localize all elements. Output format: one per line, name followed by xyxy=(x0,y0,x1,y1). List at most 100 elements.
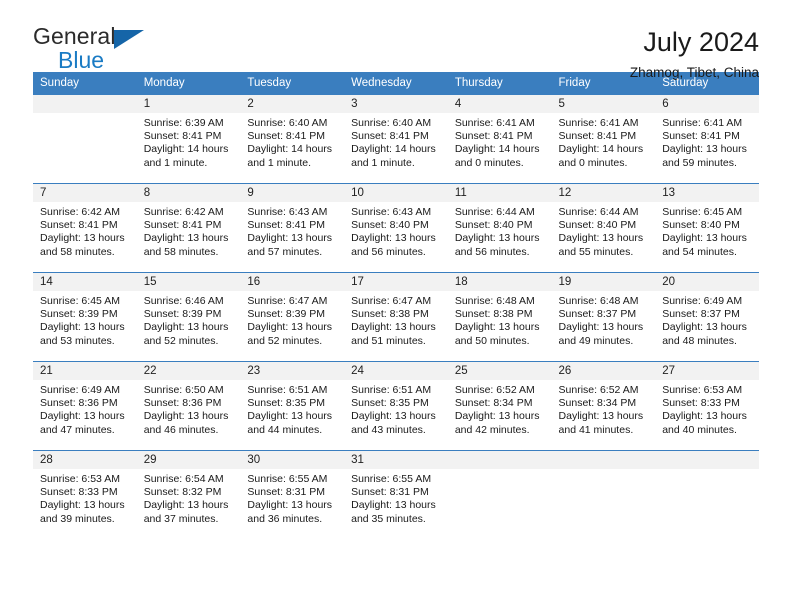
logo-text-blue: Blue xyxy=(58,47,105,73)
day-details: Sunrise: 6:45 AM Sunset: 8:39 PM Daylight:… xyxy=(33,291,137,348)
daylight-text-line2: and 54 minutes. xyxy=(662,245,737,258)
sunset-text: Sunset: 8:41 PM xyxy=(662,130,740,143)
day-number: 22 xyxy=(136,362,241,380)
day-number xyxy=(655,451,759,469)
daylight-text-line2: and 35 minutes. xyxy=(351,512,426,525)
calendar-day-cell[interactable]: 8 Sunrise: 6:42 AM Sunset: 8:41 PM Daylight… xyxy=(136,184,241,272)
sunset-text: Sunset: 8:34 PM xyxy=(558,397,637,410)
daylight-text-line2: and 41 minutes. xyxy=(558,423,634,436)
calendar-day-cell[interactable]: 9 Sunrise: 6:43 AM Sunset: 8:41 PM Daylight… xyxy=(240,184,345,272)
calendar-day-cell[interactable]: 28 Sunrise: 6:53 AM Sunset: 8:33 PM Dayligh… xyxy=(33,451,137,539)
calendar-day-cell[interactable]: 24 Sunrise: 6:51 AM Sunset: 8:35 PM Dayligh… xyxy=(344,362,448,450)
daylight-text-line2: and 43 minutes. xyxy=(351,423,426,436)
calendar-day-cell[interactable]: 10 Sunrise: 6:43 AM Sunset: 8:40 PM Dayligh… xyxy=(344,184,448,272)
calendar-day-cell[interactable]: 15 Sunrise: 6:46 AM Sunset: 8:39 PM Dayligh… xyxy=(136,273,241,361)
calendar-day-cell[interactable]: 2 Sunrise: 6:40 AM Sunset: 8:41 PM Daylight… xyxy=(240,95,345,183)
daylight-text-line2: and 1 minute. xyxy=(351,156,415,169)
day-details: Sunrise: 6:43 AM Sunset: 8:41 PM Daylight:… xyxy=(240,202,344,259)
day-details: Sunrise: 6:53 AM Sunset: 8:33 PM Daylight:… xyxy=(33,469,137,526)
sunset-text: Sunset: 8:41 PM xyxy=(247,219,326,232)
day-number xyxy=(447,451,552,469)
daylight-text-line1: Daylight: 13 hours xyxy=(662,232,747,245)
calendar-day-cell[interactable]: 4 Sunrise: 6:41 AM Sunset: 8:41 PM Daylight… xyxy=(447,95,552,183)
calendar-body: 1 Sunrise: 6:39 AM Sunset: 8:41 PM Daylight… xyxy=(33,94,759,539)
sunrise-text: Sunrise: 6:39 AM xyxy=(143,117,224,129)
calendar-day-cell[interactable]: 12 Sunrise: 6:44 AM Sunset: 8:40 PM Dayligh… xyxy=(551,184,656,272)
sunrise-text: Sunrise: 6:41 AM xyxy=(558,117,639,129)
day-details: Sunrise: 6:52 AM Sunset: 8:34 PM Daylight:… xyxy=(552,380,656,437)
day-number: 10 xyxy=(344,184,448,202)
sunset-text: Sunset: 8:34 PM xyxy=(454,397,533,410)
sunset-text: Sunset: 8:40 PM xyxy=(454,219,533,232)
day-number: 3 xyxy=(344,95,448,113)
sunrise-text: Sunrise: 6:41 AM xyxy=(454,117,535,129)
calendar-day-cell[interactable]: 31 Sunrise: 6:55 AM Sunset: 8:31 PM Dayligh… xyxy=(344,451,448,539)
calendar-day-cell[interactable]: 25 Sunrise: 6:52 AM Sunset: 8:34 PM Dayligh… xyxy=(447,362,552,450)
calendar-day-cell[interactable]: 29 Sunrise: 6:54 AM Sunset: 8:32 PM Dayligh… xyxy=(136,451,241,539)
daylight-text-line2: and 0 minutes. xyxy=(558,156,628,169)
day-number: 12 xyxy=(551,184,656,202)
calendar-day-cell[interactable]: 7 Sunrise: 6:42 AM Sunset: 8:41 PM Daylight… xyxy=(33,184,137,272)
day-number: 14 xyxy=(33,273,137,291)
calendar-day-cell[interactable]: 13 Sunrise: 6:45 AM Sunset: 8:40 PM Dayligh… xyxy=(655,184,759,272)
daylight-text-line2: and 50 minutes. xyxy=(454,334,530,347)
day-number: 24 xyxy=(344,362,448,380)
sunrise-text: Sunrise: 6:53 AM xyxy=(40,473,120,485)
daylight-text-line1: Daylight: 13 hours xyxy=(40,232,125,245)
sunset-text: Sunset: 8:31 PM xyxy=(351,486,429,499)
sunset-text: Sunset: 8:36 PM xyxy=(40,397,118,410)
daylight-text-line2: and 44 minutes. xyxy=(247,423,323,436)
daylight-text-line1: Daylight: 14 hours xyxy=(143,143,229,156)
day-number: 16 xyxy=(240,273,345,291)
calendar-day-cell[interactable]: 21 Sunrise: 6:49 AM Sunset: 8:36 PM Dayligh… xyxy=(33,362,137,450)
calendar-day-cell[interactable]: 11 Sunrise: 6:44 AM Sunset: 8:40 PM Dayligh… xyxy=(447,184,552,272)
calendar-day-cell[interactable]: 16 Sunrise: 6:47 AM Sunset: 8:39 PM Dayligh… xyxy=(240,273,345,361)
calendar-day-cell[interactable]: 26 Sunrise: 6:52 AM Sunset: 8:34 PM Dayligh… xyxy=(551,362,656,450)
sunrise-text: Sunrise: 6:48 AM xyxy=(558,295,639,307)
calendar-day-cell[interactable]: 18 Sunrise: 6:48 AM Sunset: 8:38 PM Dayligh… xyxy=(447,273,552,361)
calendar-day-cell[interactable]: 6 Sunrise: 6:41 AM Sunset: 8:41 PM Daylight… xyxy=(655,95,759,183)
sunset-text: Sunset: 8:31 PM xyxy=(247,486,326,499)
calendar-day-cell[interactable]: 30 Sunrise: 6:55 AM Sunset: 8:31 PM Dayligh… xyxy=(240,451,345,539)
daylight-text-line1: Daylight: 13 hours xyxy=(143,321,229,334)
day-details: Sunrise: 6:48 AM Sunset: 8:37 PM Daylight:… xyxy=(552,291,656,348)
day-number: 30 xyxy=(240,451,345,469)
daylight-text-line2: and 0 minutes. xyxy=(454,156,524,169)
calendar-day-cell-empty xyxy=(33,95,137,183)
logo-triangle-icon xyxy=(114,30,144,49)
day-details: Sunrise: 6:46 AM Sunset: 8:39 PM Daylight:… xyxy=(137,291,241,348)
calendar-day-cell[interactable]: 19 Sunrise: 6:48 AM Sunset: 8:37 PM Dayligh… xyxy=(551,273,656,361)
daylight-text-line1: Daylight: 13 hours xyxy=(558,232,644,245)
sunrise-text: Sunrise: 6:40 AM xyxy=(247,117,328,129)
sunrise-text: Sunrise: 6:42 AM xyxy=(40,206,120,218)
sunset-text: Sunset: 8:40 PM xyxy=(662,219,740,232)
calendar-day-cell[interactable]: 22 Sunrise: 6:50 AM Sunset: 8:36 PM Dayligh… xyxy=(136,362,241,450)
calendar-day-cell[interactable]: 5 Sunrise: 6:41 AM Sunset: 8:41 PM Daylight… xyxy=(551,95,656,183)
calendar-week-row: 14 Sunrise: 6:45 AM Sunset: 8:39 PM Dayligh… xyxy=(33,272,759,362)
daylight-text-line1: Daylight: 13 hours xyxy=(351,499,436,512)
calendar-day-cell[interactable]: 14 Sunrise: 6:45 AM Sunset: 8:39 PM Dayligh… xyxy=(33,273,137,361)
daylight-text-line1: Daylight: 13 hours xyxy=(454,321,540,334)
sunrise-text: Sunrise: 6:44 AM xyxy=(454,206,535,218)
sunrise-text: Sunrise: 6:42 AM xyxy=(143,206,224,218)
calendar-day-cell[interactable]: 3 Sunrise: 6:40 AM Sunset: 8:41 PM Daylight… xyxy=(344,95,448,183)
daylight-text-line1: Daylight: 13 hours xyxy=(40,321,125,334)
calendar-day-cell[interactable]: 27 Sunrise: 6:53 AM Sunset: 8:33 PM Dayligh… xyxy=(655,362,759,450)
weekday-header-monday: Monday xyxy=(136,72,241,95)
calendar-day-cell[interactable]: 17 Sunrise: 6:47 AM Sunset: 8:38 PM Dayligh… xyxy=(344,273,448,361)
calendar-day-cell[interactable]: 1 Sunrise: 6:39 AM Sunset: 8:41 PM Daylight… xyxy=(136,95,241,183)
day-details: Sunrise: 6:45 AM Sunset: 8:40 PM Daylight:… xyxy=(655,202,759,259)
logo-text-general: General xyxy=(33,23,116,49)
calendar-day-cell[interactable]: 20 Sunrise: 6:49 AM Sunset: 8:37 PM Dayligh… xyxy=(655,273,759,361)
weekday-header-sunday: Sunday xyxy=(33,72,137,95)
day-number: 19 xyxy=(551,273,656,291)
daylight-text-line1: Daylight: 13 hours xyxy=(454,232,540,245)
daylight-text-line1: Daylight: 14 hours xyxy=(351,143,436,156)
day-number: 20 xyxy=(655,273,759,291)
day-number: 11 xyxy=(447,184,552,202)
day-details: Sunrise: 6:39 AM Sunset: 8:41 PM Daylight:… xyxy=(137,113,241,170)
calendar-day-cell[interactable]: 23 Sunrise: 6:51 AM Sunset: 8:35 PM Dayligh… xyxy=(240,362,345,450)
daylight-text-line1: Daylight: 13 hours xyxy=(662,143,747,156)
daylight-text-line1: Daylight: 13 hours xyxy=(143,499,229,512)
page-header: General Blue July 2024 Zhamog, Tibet, Ch… xyxy=(33,0,759,81)
